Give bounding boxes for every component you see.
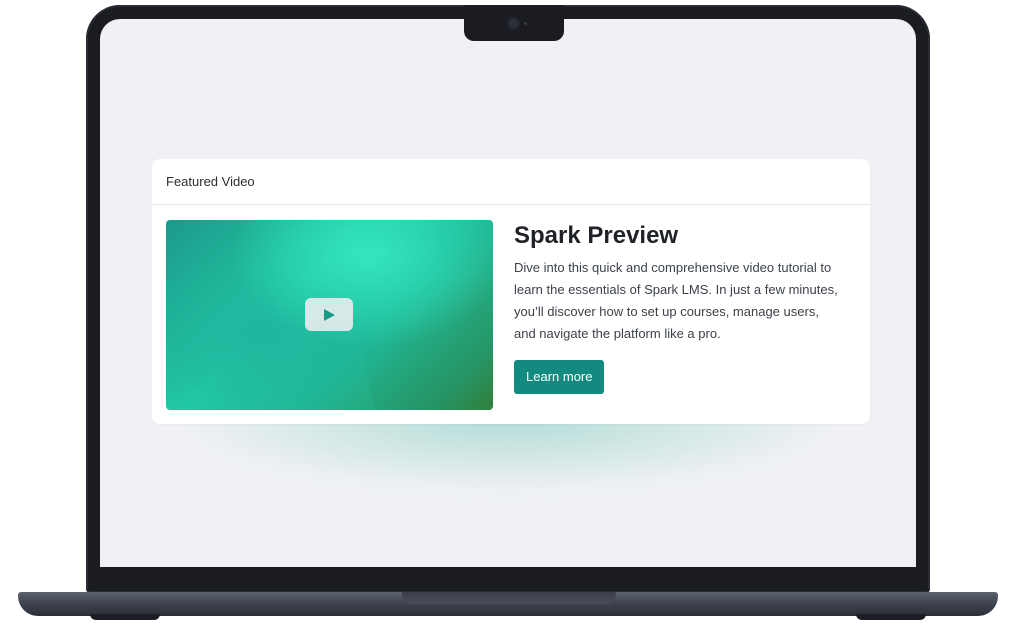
- laptop-opening-lip: [402, 592, 616, 604]
- card-header: Featured Video: [152, 159, 870, 205]
- camera-notch: [464, 5, 564, 41]
- thumbnail-shade: [339, 232, 493, 410]
- card-header-title: Featured Video: [166, 174, 255, 189]
- video-info: Spark Preview Dive into this quick and c…: [514, 219, 854, 394]
- learn-more-button[interactable]: Learn more: [514, 360, 605, 394]
- card-body: Spark Preview Dive into this quick and c…: [152, 205, 870, 424]
- video-thumbnail[interactable]: [166, 220, 493, 410]
- laptop-mockup: Featured Video Spark Preview Dive into t…: [0, 0, 1016, 626]
- featured-video-card: Featured Video Spark Preview Dive into t…: [152, 159, 870, 424]
- laptop-foot-right: [856, 614, 926, 620]
- play-icon: [324, 308, 335, 321]
- video-title: Spark Preview: [514, 222, 679, 249]
- camera-icon: [509, 19, 518, 28]
- video-description: Dive into this quick and comprehensive v…: [514, 260, 838, 341]
- play-button[interactable]: [305, 298, 353, 331]
- camera-indicator: [524, 22, 527, 25]
- laptop-screen: Featured Video Spark Preview Dive into t…: [100, 19, 916, 567]
- laptop-foot-left: [90, 614, 160, 620]
